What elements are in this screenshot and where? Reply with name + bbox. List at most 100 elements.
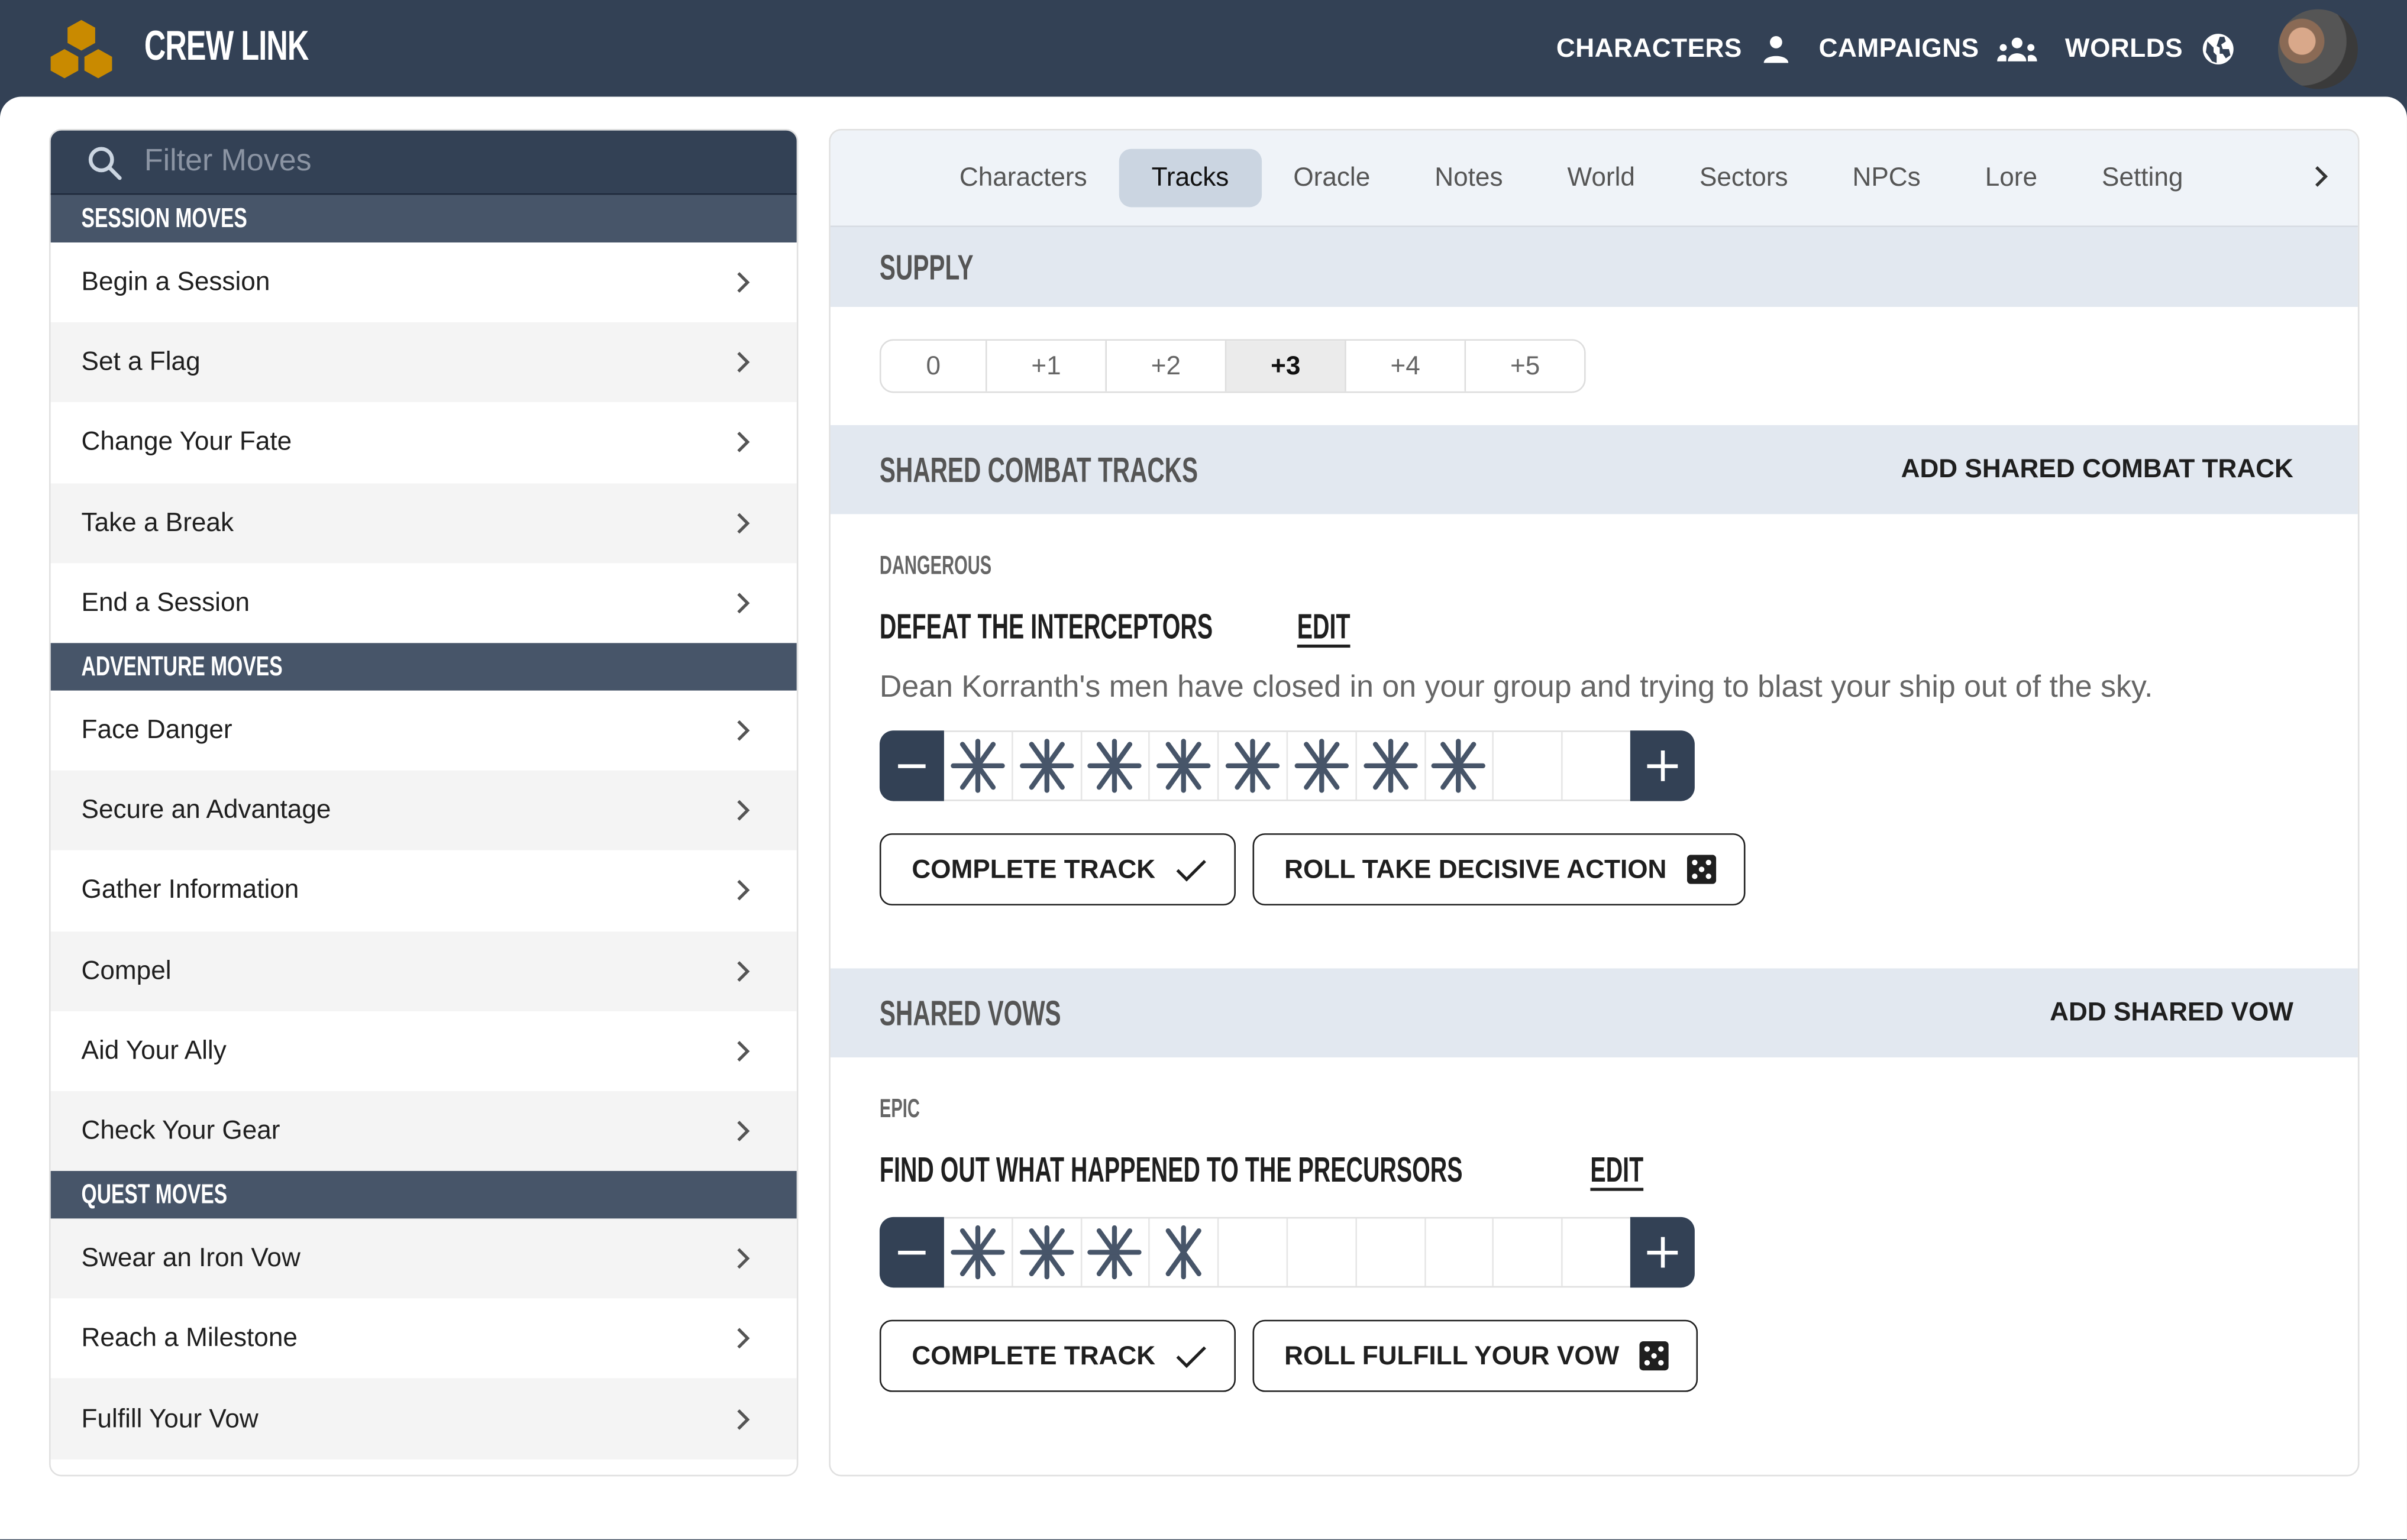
- track-actions: COMPLETE TRACK ROLL TAKE DECISIVE ACTION: [879, 833, 2309, 906]
- supply-option[interactable]: +5: [1466, 341, 1585, 392]
- tab-notes[interactable]: Notes: [1403, 149, 1535, 208]
- progress-box: [1081, 732, 1151, 800]
- move-label: Face Danger: [81, 715, 232, 745]
- move-list-item[interactable]: Swear an Iron Vow: [50, 1218, 797, 1299]
- increase-progress-button[interactable]: [1630, 730, 1695, 801]
- progress-ticks-icon: [1223, 1223, 1282, 1282]
- track-rank: EPIC: [879, 1094, 920, 1124]
- edit-track-button[interactable]: EDIT: [1591, 1148, 1644, 1190]
- progress-boxes: [944, 1217, 1630, 1288]
- chevron-right-icon: [737, 512, 750, 533]
- progress-box: [1151, 1218, 1219, 1286]
- complete-track-label: COMPLETE TRACK: [912, 1340, 1156, 1370]
- supply-option[interactable]: +2: [1106, 341, 1227, 392]
- tab-npcs[interactable]: NPCs: [1820, 149, 1953, 208]
- progress-ticks-icon: [1166, 1225, 1202, 1280]
- chevron-right-icon: [737, 352, 750, 373]
- brand-name[interactable]: CREW LINK: [144, 23, 309, 70]
- supply-option[interactable]: +1: [987, 341, 1107, 392]
- add-shared-vow-button[interactable]: ADD SHARED VOW: [2050, 998, 2293, 1028]
- progress-box: [1288, 732, 1357, 800]
- progress-box: [1356, 732, 1426, 800]
- move-list-item[interactable]: Check Your Gear: [50, 1091, 797, 1172]
- move-label: End a Session: [81, 587, 250, 617]
- tracks-panel: Characters Tracks Oracle Notes World Sectors N…: [829, 128, 2360, 1477]
- move-list-item[interactable]: Face Danger: [50, 690, 797, 771]
- move-list-item[interactable]: Set a Flag: [50, 322, 797, 403]
- move-list-item[interactable]: Secure an Advantage: [50, 771, 797, 851]
- move-list-item[interactable]: Take a Break: [50, 483, 797, 563]
- nav-characters[interactable]: CHARACTERS: [1556, 34, 1791, 64]
- checkmark-icon: [1175, 1345, 1206, 1367]
- progress-box: [1013, 1218, 1082, 1286]
- decrease-progress-button[interactable]: [879, 1217, 944, 1288]
- progress-track: [879, 1217, 2309, 1288]
- supply-option[interactable]: +4: [1346, 341, 1466, 392]
- move-list-item[interactable]: Change Your Fate: [50, 402, 797, 483]
- tab-tracks[interactable]: Tracks: [1119, 148, 1261, 208]
- supply-title: SUPPLY: [879, 246, 974, 286]
- plus-icon: [1647, 1237, 1678, 1268]
- edit-track-button[interactable]: EDIT: [1297, 606, 1350, 647]
- tabs-scroll-right-icon[interactable]: [2312, 161, 2330, 192]
- app: CREW LINK CHARACTERS CAMPAIGNS WORLDS Fi…: [0, 0, 2407, 1540]
- move-list-item[interactable]: End a Session: [50, 562, 797, 643]
- content-area: SESSION MOVES Begin a Session Set a Flag Ch…: [0, 96, 2407, 1539]
- supply-option[interactable]: +3: [1226, 341, 1346, 392]
- move-label: Compel: [81, 955, 172, 985]
- roll-take-decisive-action-button[interactable]: ROLL TAKE DECISIVE ACTION: [1252, 833, 1745, 906]
- supply-option[interactable]: 0: [881, 341, 987, 392]
- complete-track-label: COMPLETE TRACK: [912, 854, 1156, 884]
- move-list-item[interactable]: Fulfill Your Vow: [50, 1379, 797, 1459]
- combat-tracks-header: SHARED COMBAT TRACKS ADD SHARED COMBAT T…: [830, 425, 2358, 515]
- tab-oracle[interactable]: Oracle: [1261, 149, 1403, 208]
- complete-track-button[interactable]: COMPLETE TRACK: [879, 833, 1236, 906]
- move-category-title: QUEST MOVES: [81, 1179, 228, 1210]
- move-category-header: SESSION MOVES: [50, 195, 797, 243]
- add-shared-combat-track-button[interactable]: ADD SHARED COMBAT TRACK: [1901, 454, 2293, 485]
- move-label: Reach a Milestone: [81, 1323, 298, 1353]
- nav-campaigns[interactable]: CAMPAIGNS: [1819, 34, 2038, 64]
- group-icon: [1997, 37, 2038, 62]
- progress-ticks-icon: [1088, 1225, 1142, 1280]
- nav-campaigns-label: CAMPAIGNS: [1818, 34, 1979, 63]
- progress-ticks-icon: [1363, 739, 1417, 793]
- move-list-item[interactable]: Gather Information: [50, 850, 797, 931]
- move-label: Aid Your Ally: [81, 1036, 227, 1065]
- chevron-right-icon: [737, 1328, 750, 1350]
- progress-ticks-icon: [1019, 739, 1074, 793]
- move-category-header: QUEST MOVES: [50, 1171, 797, 1219]
- move-list-item[interactable]: Compel: [50, 930, 797, 1011]
- progress-box: [1081, 1218, 1151, 1286]
- progress-box: [1013, 732, 1082, 800]
- progress-box: [944, 1218, 1013, 1286]
- complete-track-button[interactable]: COMPLETE TRACK: [879, 1319, 1236, 1392]
- increase-progress-button[interactable]: [1630, 1217, 1695, 1288]
- moves-sidebar: SESSION MOVES Begin a Session Set a Flag Ch…: [49, 128, 799, 1477]
- user-avatar[interactable]: [2277, 9, 2358, 89]
- filter-moves-input[interactable]: [141, 143, 731, 182]
- tab-sectors[interactable]: Sectors: [1667, 149, 1820, 208]
- roll-fulfill-your-vow-button[interactable]: ROLL FULFILL YOUR VOW: [1252, 1319, 1698, 1392]
- progress-ticks-icon: [1568, 1223, 1626, 1282]
- progress-ticks-icon: [1088, 739, 1142, 793]
- move-list-item[interactable]: Begin a Session: [50, 242, 797, 323]
- tab-world[interactable]: World: [1535, 149, 1667, 208]
- progress-box: [1563, 732, 1630, 800]
- progress-ticks-icon: [951, 1225, 1005, 1280]
- move-list-item[interactable]: Reach a Milestone: [50, 1299, 797, 1379]
- tab-characters[interactable]: Characters: [927, 149, 1119, 208]
- progress-ticks-icon: [1568, 737, 1626, 795]
- search-icon: [88, 146, 122, 179]
- progress-boxes: [944, 730, 1630, 801]
- tab-lore[interactable]: Lore: [1953, 149, 2069, 208]
- progress-ticks-icon: [1226, 739, 1280, 793]
- progress-box: [944, 732, 1013, 800]
- move-list-item[interactable]: Aid Your Ally: [50, 1011, 797, 1091]
- chevron-right-icon: [737, 720, 750, 741]
- tab-setting[interactable]: Setting: [2070, 149, 2215, 208]
- decrease-progress-button[interactable]: [879, 730, 944, 801]
- plus-icon: [1647, 750, 1678, 781]
- progress-ticks-icon: [1498, 737, 1557, 795]
- nav-worlds[interactable]: WORLDS: [2065, 32, 2235, 66]
